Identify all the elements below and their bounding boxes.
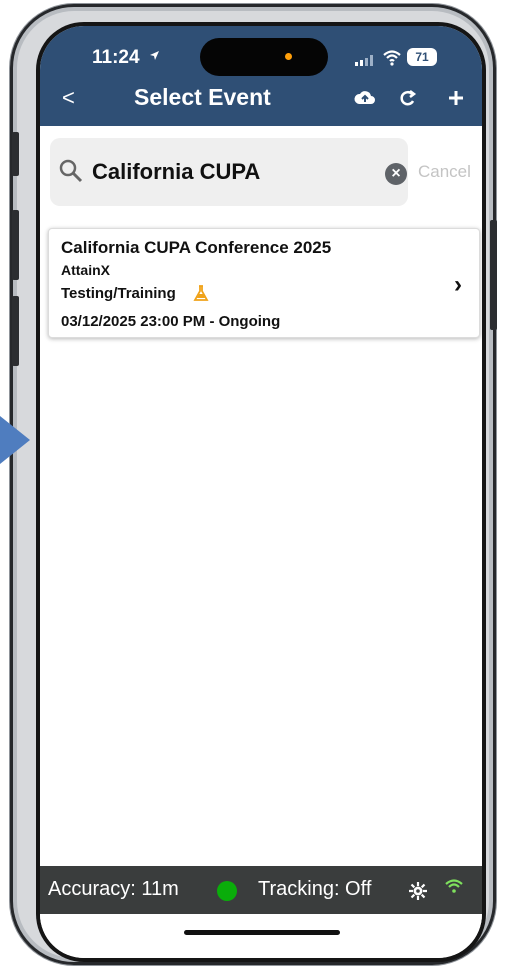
- phone-side-button-right: [490, 220, 497, 330]
- gear-icon[interactable]: [409, 882, 427, 900]
- event-title: California CUPA Conference 2025: [61, 238, 332, 257]
- home-indicator-area: [40, 914, 482, 958]
- status-time: 11:24: [92, 47, 140, 68]
- page-title: Select Event: [134, 84, 271, 110]
- event-list-item[interactable]: California CUPA Conference 2025 AttainX …: [48, 228, 480, 338]
- search-icon: [59, 159, 83, 183]
- tracking-status: Tracking: Off: [258, 878, 372, 900]
- cloud-upload-icon[interactable]: [353, 86, 377, 110]
- top-navigation-bar: 11:24 71 < Select Event: [40, 26, 482, 126]
- clear-search-button[interactable]: ×: [385, 163, 407, 185]
- event-type: Testing/Training: [61, 285, 176, 302]
- home-indicator: [184, 930, 340, 935]
- chevron-right-icon: ›: [454, 271, 462, 298]
- phone-side-button-left-middle: [12, 210, 19, 280]
- event-organization: AttainX: [61, 262, 110, 278]
- search-bar: ×: [50, 138, 408, 206]
- refresh-icon[interactable]: [395, 86, 419, 110]
- privacy-indicator: [285, 53, 292, 60]
- location-status-bar: Accuracy: 11m Tracking: Off: [40, 866, 482, 914]
- plus-icon[interactable]: [444, 86, 468, 110]
- phone-side-button-left-top: [12, 132, 19, 176]
- phone-side-button-left-bottom: [12, 296, 19, 366]
- wifi-status-icon: [383, 50, 401, 66]
- cancel-button[interactable]: Cancel: [418, 162, 471, 182]
- event-datetime: 03/12/2025 23:00 PM - Ongoing: [61, 313, 281, 330]
- location-arrow-icon: [150, 51, 159, 60]
- back-button[interactable]: <: [62, 86, 80, 110]
- flask-icon: [193, 285, 209, 301]
- app-screen: 11:24 71 < Select Event California CUPA …: [40, 26, 482, 958]
- pointer-arrow: [0, 416, 30, 464]
- battery-indicator: 71: [407, 48, 437, 66]
- cellular-signal-icon: [355, 55, 373, 66]
- dynamic-island: [200, 38, 328, 76]
- search-input[interactable]: [90, 154, 364, 190]
- accuracy-indicator: [217, 881, 237, 901]
- accuracy-status: Accuracy: 11m: [48, 878, 179, 900]
- wifi-icon: [445, 879, 463, 893]
